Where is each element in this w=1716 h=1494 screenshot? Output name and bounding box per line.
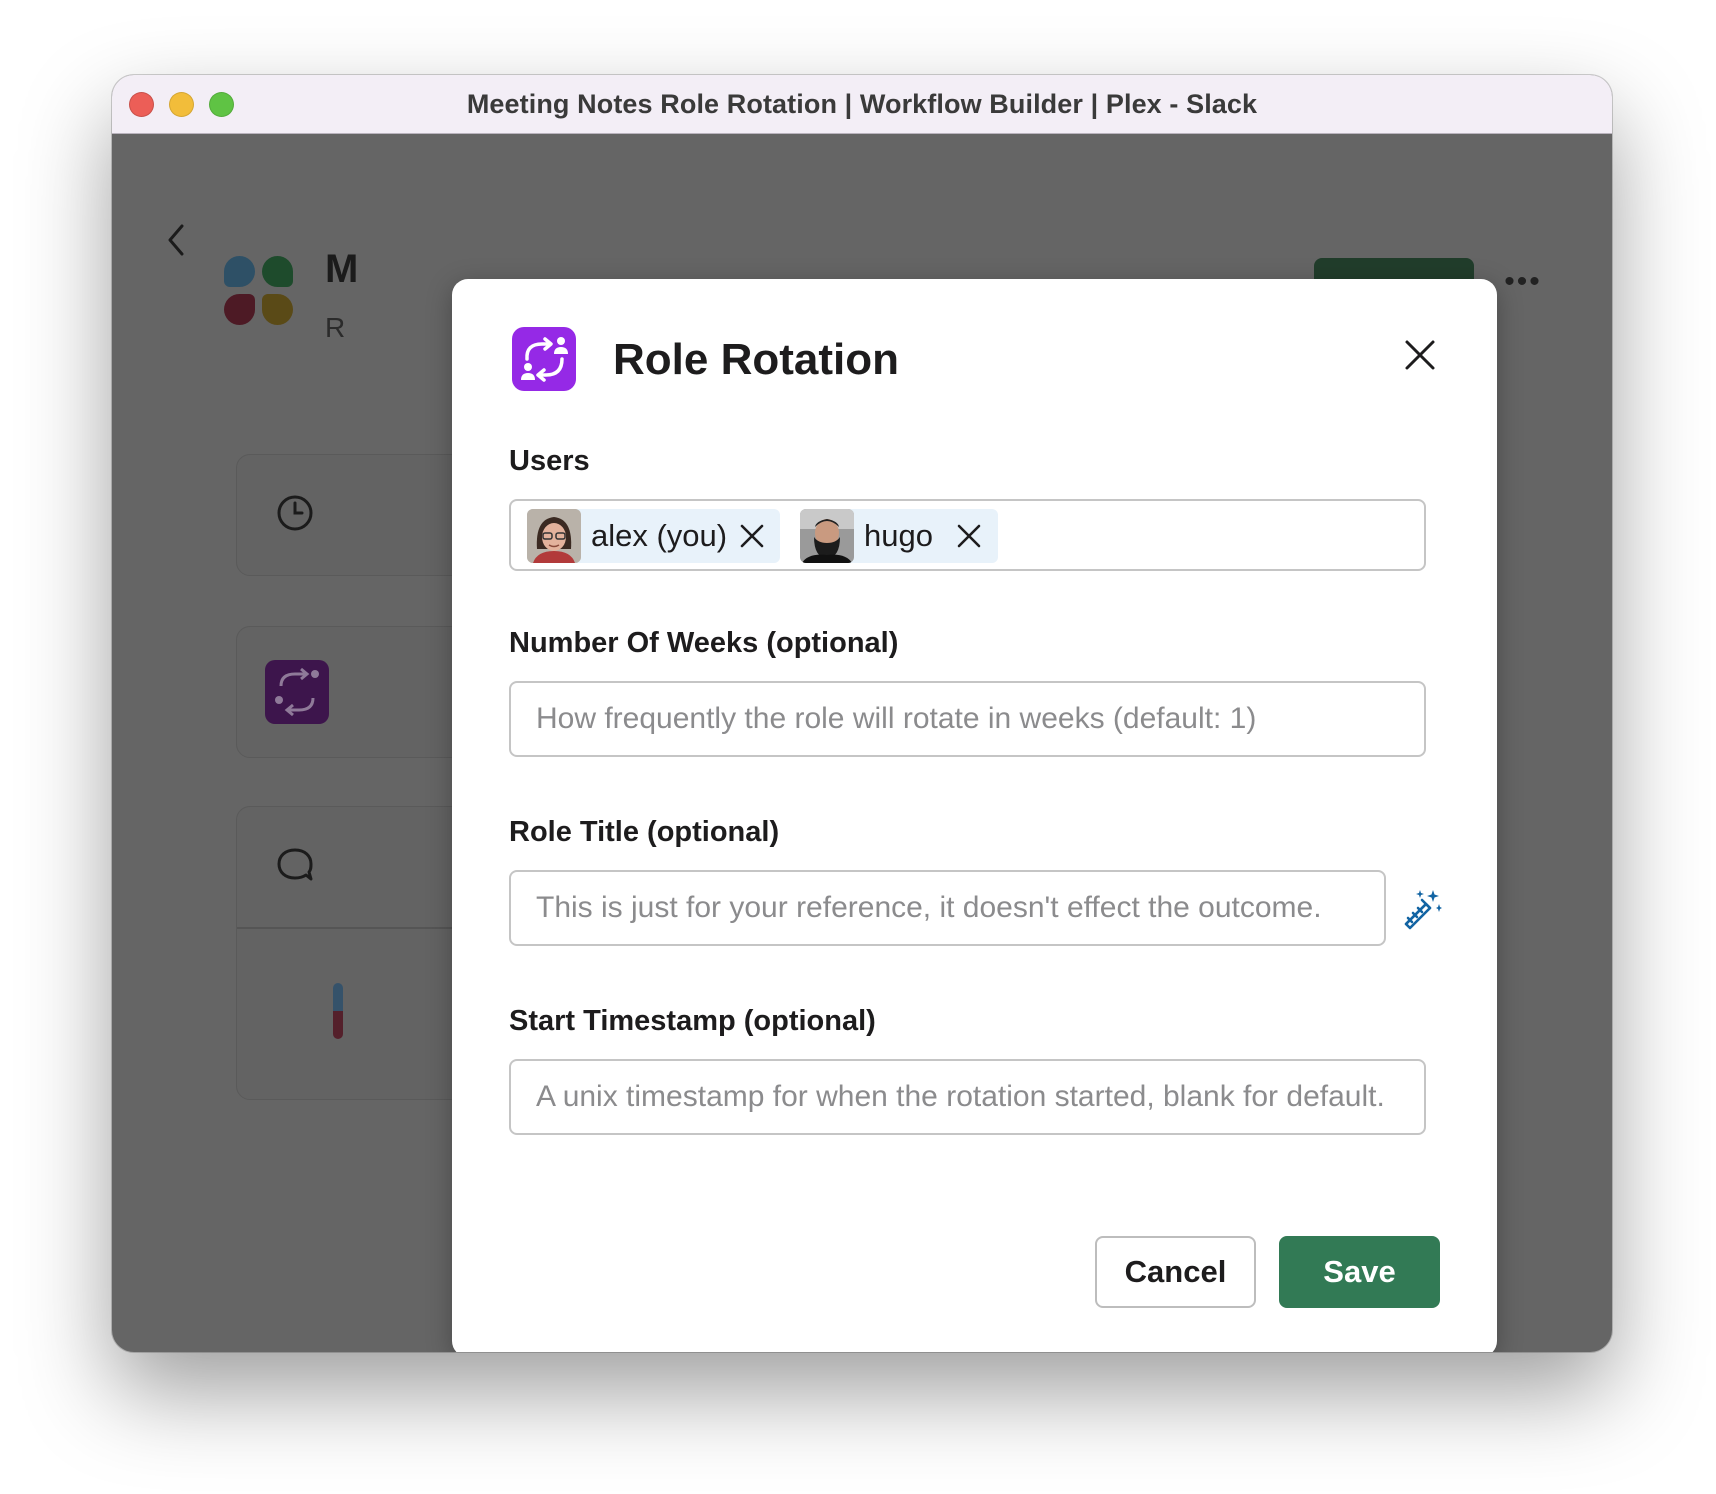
- channel-avatar: [333, 983, 343, 1039]
- weeks-label: Number Of Weeks (optional): [509, 627, 899, 659]
- logo-dot-red: [224, 294, 255, 325]
- users-multiselect[interactable]: alex (you) hugo: [509, 499, 1426, 571]
- clock-icon: [277, 495, 313, 531]
- modal-title: Role Rotation: [613, 335, 899, 384]
- users-label: Users: [509, 445, 590, 477]
- chevron-left-icon[interactable]: [162, 220, 192, 260]
- x-icon[interactable]: [955, 522, 983, 550]
- logo-dot-blue: [224, 256, 255, 287]
- user-chip-name: hugo: [864, 518, 933, 553]
- title-bar: Meeting Notes Role Rotation | Workflow B…: [112, 75, 1612, 134]
- role-rotation-icon: [512, 327, 576, 391]
- start-timestamp-field-box: [509, 1059, 1426, 1135]
- role-title-label: Role Title (optional): [509, 816, 780, 848]
- more-options-button[interactable]: •••: [1498, 267, 1548, 310]
- app-window: Meeting Notes Role Rotation | Workflow B…: [112, 75, 1612, 1352]
- role-title-field-box: [509, 870, 1386, 946]
- user-chip-name: alex (you): [591, 518, 728, 553]
- weeks-field-box: [509, 681, 1426, 757]
- logo-dot-green: [262, 256, 293, 287]
- avatar: [800, 509, 854, 563]
- close-icon[interactable]: [1398, 333, 1442, 377]
- start-timestamp-label: Start Timestamp (optional): [509, 1005, 876, 1037]
- x-icon[interactable]: [738, 522, 766, 550]
- avatar: [527, 509, 581, 563]
- role-rotation-icon: [265, 660, 329, 724]
- comment-icon: [277, 848, 313, 881]
- role-rotation-modal: Role Rotation Users alex (you) hugo Numb…: [452, 279, 1497, 1352]
- user-chip[interactable]: alex (you): [527, 509, 780, 563]
- weeks-input[interactable]: [511, 683, 1424, 755]
- workflow-logo: [224, 256, 293, 326]
- role-title-input[interactable]: [511, 872, 1384, 944]
- logo-dot-yellow: [262, 294, 293, 325]
- cancel-button[interactable]: Cancel: [1095, 1236, 1256, 1308]
- save-button[interactable]: Save: [1279, 1236, 1440, 1308]
- workflow-subtitle: R: [325, 312, 346, 343]
- start-timestamp-input[interactable]: [511, 1061, 1424, 1133]
- user-chip[interactable]: hugo: [800, 509, 998, 563]
- window-title: Meeting Notes Role Rotation | Workflow B…: [466, 89, 1258, 119]
- magic-wand-icon[interactable]: [1400, 888, 1442, 930]
- workflow-title: M: [325, 247, 359, 291]
